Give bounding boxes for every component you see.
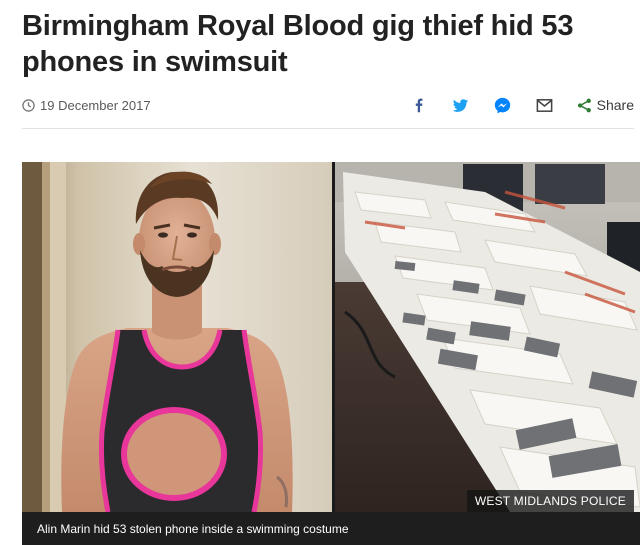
article-headline: Birmingham Royal Blood gig thief hid 53 … — [22, 10, 574, 78]
facebook-icon[interactable] — [409, 95, 429, 115]
share-tools: Share — [387, 95, 634, 115]
article-image: WEST MIDLANDS POLICE Alin Marin hid 53 s… — [22, 162, 640, 545]
photo-credit: WEST MIDLANDS POLICE — [466, 490, 634, 512]
header-divider — [22, 128, 634, 129]
phones-evidence-photo — [335, 162, 640, 512]
email-icon[interactable] — [535, 95, 555, 115]
twitter-icon[interactable] — [451, 95, 471, 115]
share-icon — [577, 98, 591, 112]
image-caption: Alin Marin hid 53 stolen phone inside a … — [22, 512, 640, 545]
messenger-icon[interactable] — [493, 95, 513, 115]
publish-date: 19 December 2017 — [40, 97, 151, 113]
share-label: Share — [596, 97, 634, 113]
suspect-photo — [22, 162, 332, 512]
share-button[interactable]: Share — [577, 97, 634, 113]
article-meta: 19 December 2017 Share — [22, 92, 634, 118]
clock-icon — [22, 98, 35, 112]
